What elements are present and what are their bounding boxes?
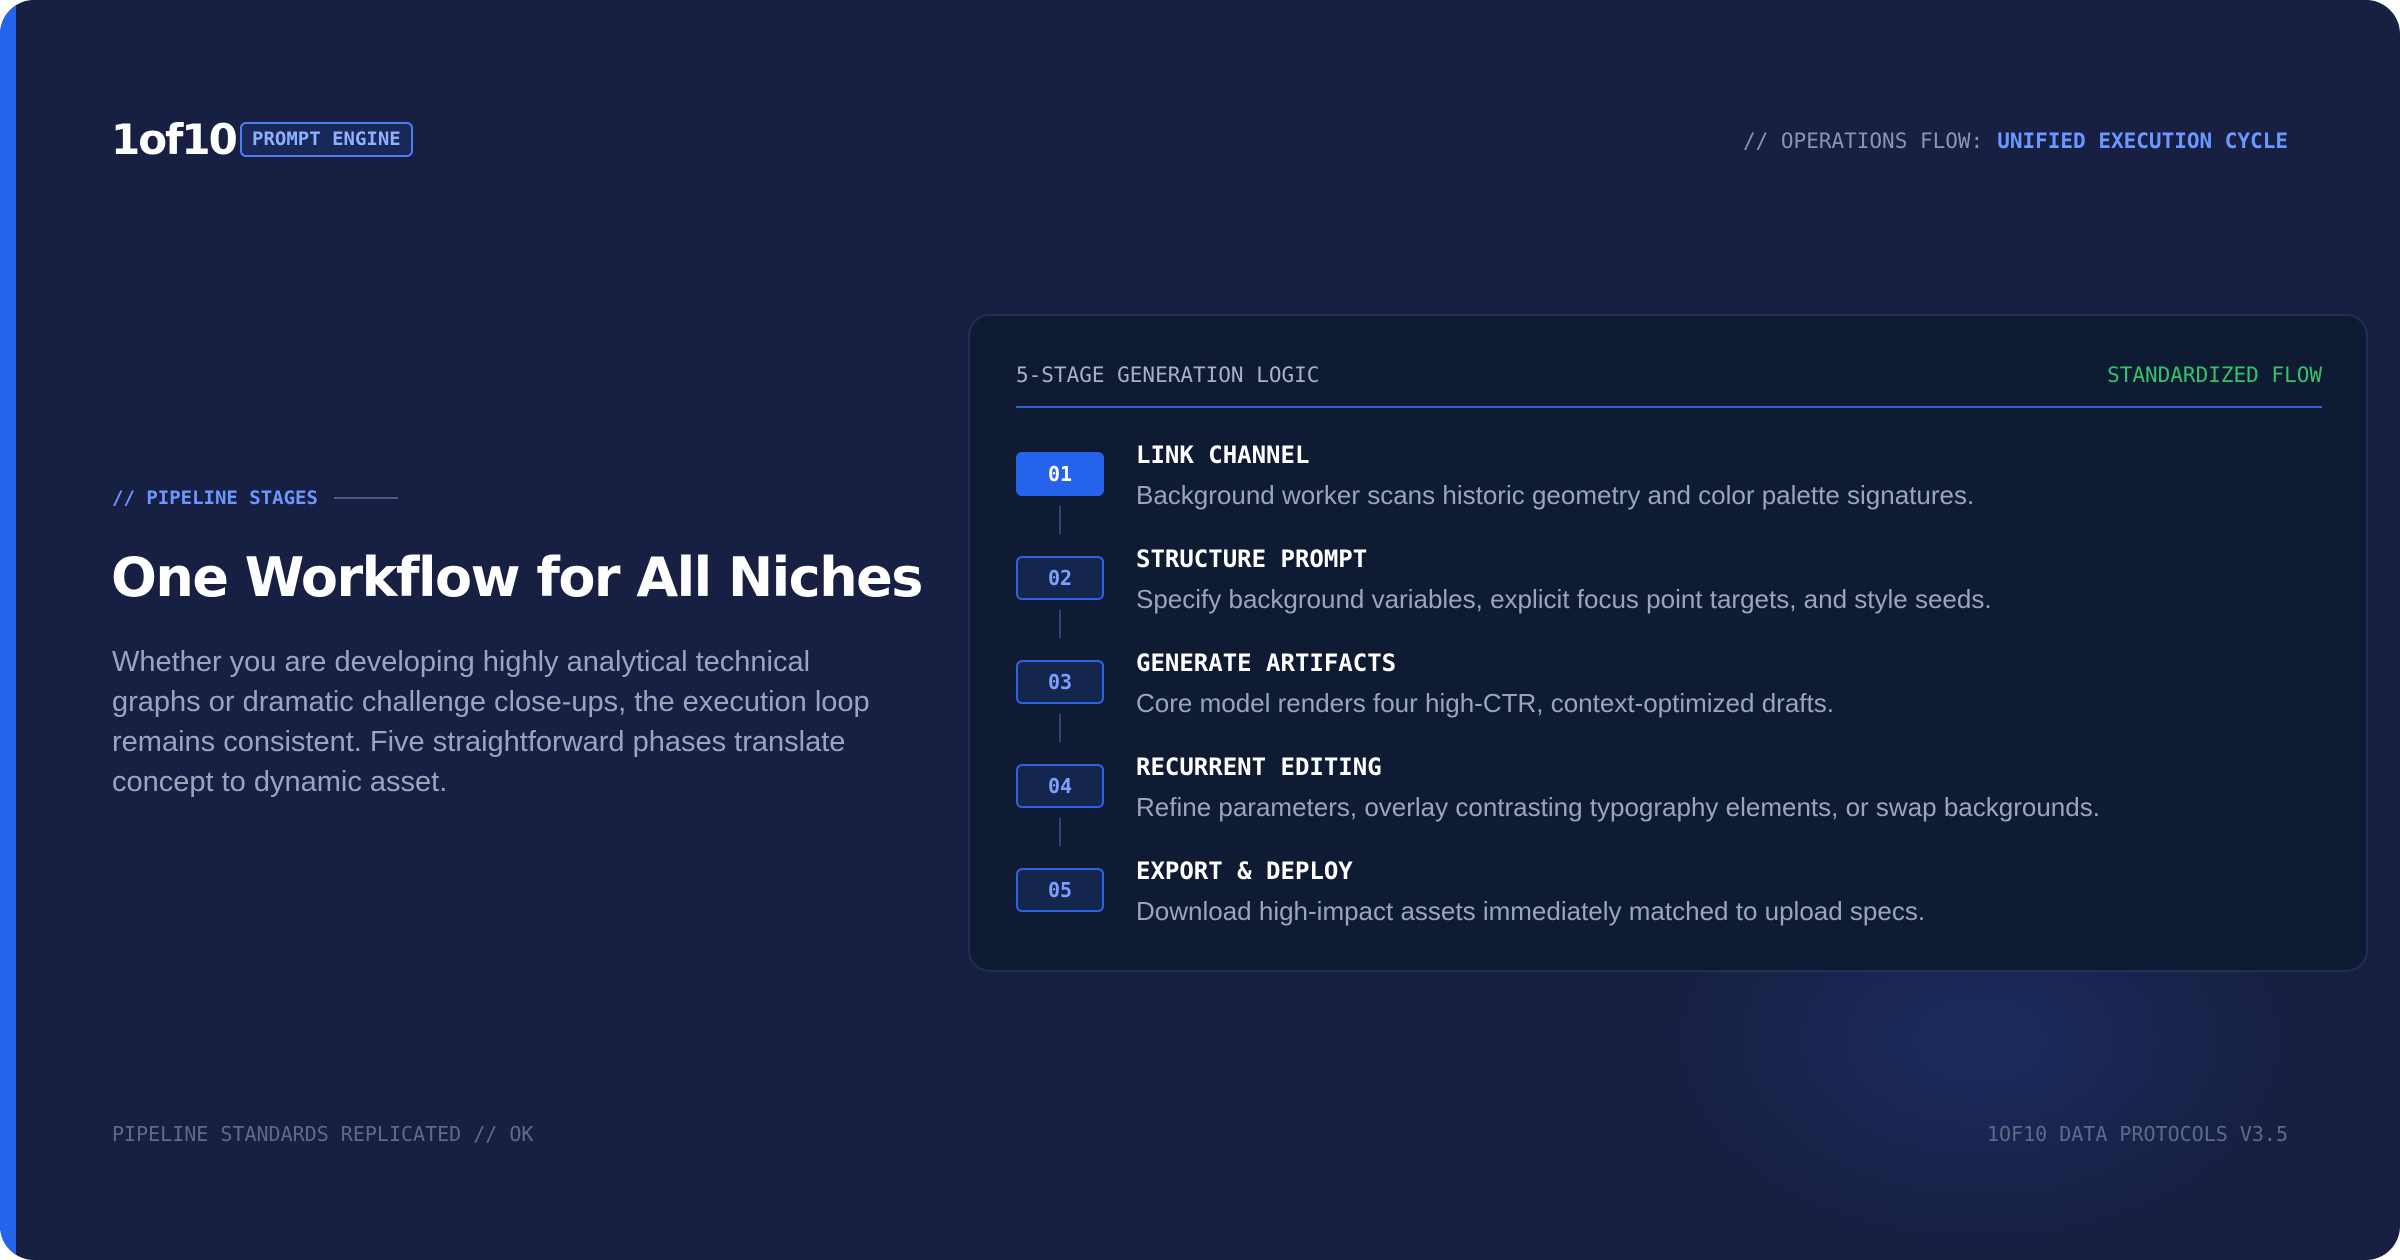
pipeline-card: 5-STAGE GENERATION LOGIC STANDARDIZED FL… bbox=[968, 314, 2368, 972]
step-item: 03 GENERATE ARTIFACTS Core model renders… bbox=[1016, 648, 2322, 742]
step-description: Specify background variables, explicit f… bbox=[1136, 584, 1992, 614]
eyebrow-rule bbox=[333, 497, 398, 499]
accent-bar bbox=[0, 0, 16, 1260]
step-description: Download high-impact assets immediately … bbox=[1136, 896, 1926, 926]
step-connector bbox=[1059, 506, 1061, 534]
step-title: LINK CHANNEL bbox=[1136, 441, 1310, 469]
step-number: 02 bbox=[1016, 556, 1104, 600]
step-description: Background worker scans historic geometr… bbox=[1136, 480, 1975, 510]
step-item: 02 STRUCTURE PROMPT Specify background v… bbox=[1016, 544, 2322, 638]
operations-flow-value: UNIFIED EXECUTION CYCLE bbox=[1997, 129, 2288, 153]
step-number: 03 bbox=[1016, 660, 1104, 704]
prompt-engine-badge: PROMPT ENGINE bbox=[240, 122, 413, 157]
slide-frame: 1of10 PROMPT ENGINE // OPERATIONS FLOW: U… bbox=[0, 0, 2400, 1260]
step-description: Core model renders four high-CTR, contex… bbox=[1136, 688, 1834, 718]
section-eyebrow: // PIPELINE STAGES bbox=[112, 484, 398, 512]
page-title: One Workflow for All Niches bbox=[111, 546, 923, 609]
step-item: 01 LINK CHANNEL Background worker scans … bbox=[1016, 440, 2322, 534]
step-item: 04 RECURRENT EDITING Refine parameters, … bbox=[1016, 752, 2322, 846]
step-connector bbox=[1059, 714, 1061, 742]
footer-status: PIPELINE STANDARDS REPLICATED // OK bbox=[112, 1122, 534, 1146]
operations-flow-label: // OPERATIONS FLOW: bbox=[1742, 129, 1984, 153]
brand-logo: 1of10 bbox=[111, 115, 238, 164]
step-connector bbox=[1059, 610, 1061, 638]
step-title: EXPORT & DEPLOY bbox=[1136, 857, 1353, 885]
step-title: GENERATE ARTIFACTS bbox=[1136, 649, 1397, 677]
step-number: 05 bbox=[1016, 868, 1104, 912]
footer-version: 1OF10 DATA PROTOCOLS V3.5 bbox=[1986, 1122, 2288, 1146]
step-description: Refine parameters, overlay contrasting t… bbox=[1136, 792, 2100, 822]
step-number: 04 bbox=[1016, 764, 1104, 808]
step-title: RECURRENT EDITING bbox=[1136, 753, 1382, 781]
step-item: 05 EXPORT & DEPLOY Download high-impact … bbox=[1016, 856, 2322, 936]
intro-paragraph: Whether you are developing highly analyt… bbox=[112, 646, 870, 798]
card-status: STANDARDIZED FLOW bbox=[2107, 363, 2322, 387]
card-title: 5-STAGE GENERATION LOGIC bbox=[1016, 363, 1320, 387]
eyebrow-label: // PIPELINE STAGES bbox=[112, 487, 318, 509]
step-title: STRUCTURE PROMPT bbox=[1136, 545, 1368, 573]
step-connector bbox=[1059, 818, 1061, 846]
step-number: 01 bbox=[1016, 452, 1104, 496]
card-header: 5-STAGE GENERATION LOGIC STANDARDIZED FL… bbox=[1016, 360, 2322, 408]
operations-flow: // OPERATIONS FLOW: UNIFIED EXECUTION CYC… bbox=[1743, 126, 2288, 156]
